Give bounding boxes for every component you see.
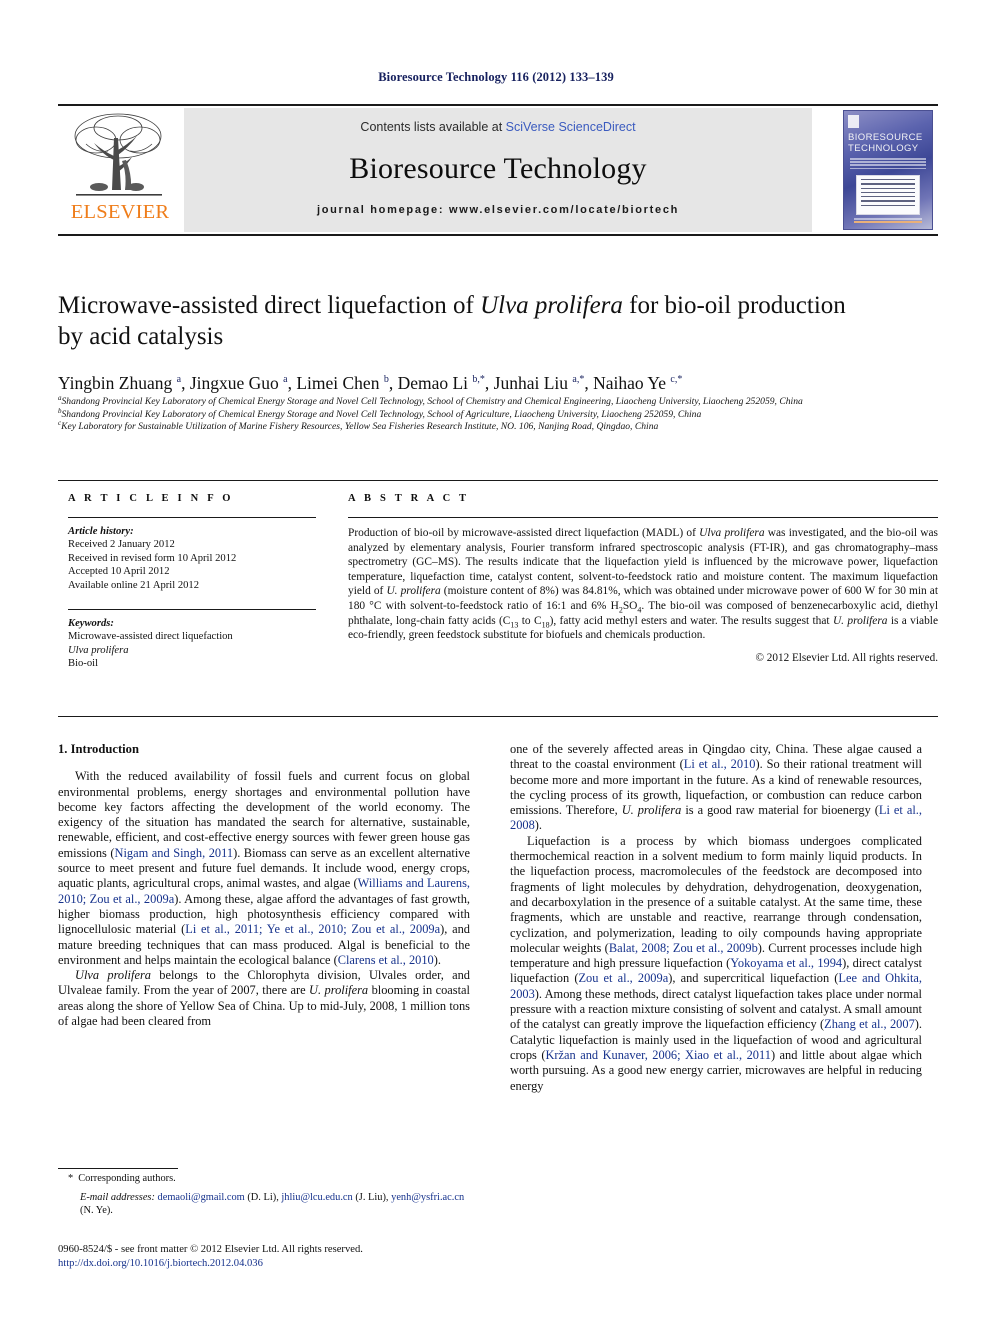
affiliation-c-text: Key Laboratory for Sustainable Utilizati… bbox=[61, 421, 659, 433]
elsevier-tree-icon bbox=[74, 113, 162, 196]
footnote-divider bbox=[58, 1168, 178, 1169]
title-species-name: Ulva prolifera bbox=[480, 292, 623, 319]
keywords-label: Keywords: bbox=[68, 618, 114, 630]
cover-journal-title: BIORESOURCE TECHNOLOGY bbox=[848, 132, 923, 154]
page-title: Microwave-assisted direct liquefaction o… bbox=[58, 290, 938, 352]
article-info-abstract-panel: A R T I C L E I N F O Article history: R… bbox=[58, 480, 938, 717]
cover-publisher-mark-icon bbox=[848, 115, 859, 128]
journal-title: Bioresource Technology bbox=[349, 152, 647, 185]
elsevier-logo: ELSEVIER bbox=[58, 108, 180, 232]
paragraph: Liquefaction is a process by which bioma… bbox=[510, 833, 923, 1093]
contents-list-line: Contents lists available at SciVerse Sci… bbox=[184, 120, 812, 134]
citation-link[interactable]: Kržan and Kunaver, 2006; Xiao et al., 20… bbox=[545, 1048, 770, 1062]
article-history-label: Article history: bbox=[68, 526, 134, 537]
section-title-introduction: 1. Introduction bbox=[58, 742, 139, 756]
citation-link[interactable]: Li et al., 2008 bbox=[510, 803, 922, 832]
author-list: Yingbin Zhuang a, Jingxue Guo a, Limei C… bbox=[58, 373, 683, 393]
cover-footer-lines bbox=[854, 218, 922, 225]
abstract-text: Production of bio-oil by microwave-assis… bbox=[348, 527, 939, 642]
citation-link[interactable]: Balat, 2008; Zou et al., 2009b bbox=[609, 941, 758, 955]
keyword-3: Bio-oil bbox=[68, 658, 99, 670]
asterisk-icon: * bbox=[68, 1173, 74, 1184]
cover-figure-panel bbox=[856, 175, 920, 215]
email-link[interactable]: yenh@ysfri.ac.cn bbox=[391, 1192, 464, 1203]
footnote-block: * Corresponding authors. E-mail addresses… bbox=[58, 1172, 470, 1218]
intro-left-text: With the reduced availability of fossil … bbox=[58, 769, 470, 1029]
corresponding-authors-text: Corresponding authors. bbox=[78, 1173, 176, 1184]
paragraph: With the reduced availability of fossil … bbox=[58, 769, 471, 967]
citation-link[interactable]: Williams and Laurens, 2010; Zou et al., … bbox=[58, 876, 470, 905]
citation-link[interactable]: Clarens et al., 2010 bbox=[338, 953, 434, 967]
running-head: Bioresource Technology 116 (2012) 133–13… bbox=[378, 70, 614, 84]
citation-link[interactable]: Yokoyama et al., 1994 bbox=[730, 956, 842, 970]
title-part-3: by acid catalysis bbox=[58, 323, 224, 350]
title-part-1: Microwave-assisted direct liquefaction o… bbox=[58, 292, 481, 319]
issn-frontmatter-line: 0960-8524/$ - see front matter © 2012 El… bbox=[58, 1244, 363, 1255]
contents-prefix: Contents lists available at bbox=[360, 120, 506, 134]
citation-link[interactable]: Lee and Ohkita, 2003 bbox=[510, 971, 922, 1000]
affiliation-b-text: Shandong Provincial Key Laboratory of Ch… bbox=[61, 408, 702, 420]
email-link[interactable]: demaoli@gmail.com bbox=[158, 1192, 245, 1203]
affiliation-c: cKey Laboratory for Sustainable Utilizat… bbox=[58, 420, 938, 434]
elsevier-wordmark: ELSEVIER bbox=[70, 201, 170, 223]
abstract-column: A B S T R A C T Production of bio-oil by… bbox=[348, 481, 938, 664]
affiliation-list: aShandong Provincial Key Laboratory of C… bbox=[58, 394, 938, 434]
title-part-2: for bio-oil production bbox=[622, 292, 846, 319]
email-addresses-line: E-mail addresses: demaoli@gmail.com (D. … bbox=[80, 1192, 465, 1217]
citation-link[interactable]: Zou et al., 2009a bbox=[578, 971, 668, 985]
copyright-line: © 2012 Elsevier Ltd. All rights reserved… bbox=[755, 651, 939, 664]
journal-masthead: ELSEVIER Contents lists available at Sci… bbox=[58, 104, 938, 236]
journal-cover-thumbnail: BIORESOURCE TECHNOLOGY bbox=[838, 108, 938, 232]
history-received: Received 2 January 2012 bbox=[68, 539, 175, 551]
email-link[interactable]: jhliu@lcu.edu.cn bbox=[281, 1192, 352, 1203]
sciencedirect-link[interactable]: SciVerse ScienceDirect bbox=[506, 120, 636, 134]
email-addresses-label: E-mail addresses: bbox=[80, 1192, 155, 1204]
doi-link[interactable]: http://dx.doi.org/10.1016/j.biortech.201… bbox=[58, 1257, 558, 1271]
article-info-heading: A R T I C L E I N F O bbox=[68, 493, 234, 504]
citation-link[interactable]: Li et al., 2010 bbox=[684, 757, 756, 771]
history-revised: Received in revised form 10 April 2012 bbox=[68, 552, 237, 564]
history-accepted: Accepted 10 April 2012 bbox=[68, 566, 170, 578]
keywords-block: Keywords: Microwave-assisted direct liqu… bbox=[68, 610, 316, 671]
affiliation-a-text: Shandong Provincial Key Laboratory of Ch… bbox=[61, 396, 803, 407]
corresponding-authors-note: * Corresponding authors. bbox=[58, 1172, 470, 1185]
journal-banner: Contents lists available at SciVerse Sci… bbox=[184, 108, 812, 232]
paragraph: Ulva prolifera belongs to the Chlorophyt… bbox=[58, 968, 471, 1029]
cover-subtitle-lines bbox=[850, 158, 926, 171]
keyword-1: Microwave-assisted direct liquefaction bbox=[68, 631, 233, 643]
affiliation-b: bShandong Provincial Key Laboratory of C… bbox=[58, 407, 938, 422]
body-column-left: 1. Introduction With the reduced availab… bbox=[58, 742, 470, 1029]
abstract-heading: A B S T R A C T bbox=[348, 493, 470, 504]
body-column-right: one of the severely affected areas in Qi… bbox=[510, 742, 922, 1094]
affiliation-a: aShandong Provincial Key Laboratory of C… bbox=[58, 394, 938, 409]
paragraph: one of the severely affected areas in Qi… bbox=[510, 742, 922, 833]
keyword-2: Ulva prolifera bbox=[68, 644, 129, 656]
article-page: Bioresource Technology 116 (2012) 133–13… bbox=[0, 0, 992, 1323]
article-history-block: Article history: Received 2 January 2012… bbox=[68, 518, 316, 592]
article-info-column: A R T I C L E I N F O Article history: R… bbox=[68, 481, 316, 671]
citation-link[interactable]: Zhang et al., 2007 bbox=[824, 1017, 915, 1031]
imprint-block: 0960-8524/$ - see front matter © 2012 El… bbox=[58, 1243, 558, 1270]
citation-link[interactable]: Nigam and Singh, 2011 bbox=[115, 846, 234, 860]
journal-homepage-link[interactable]: journal homepage: www.elsevier.com/locat… bbox=[184, 204, 812, 216]
intro-right-text: one of the severely affected areas in Qi… bbox=[510, 742, 922, 1094]
history-available-online: Available online 21 April 2012 bbox=[68, 579, 200, 591]
citation-link[interactable]: Li et al., 2011; Ye et al., 2010; Zou et… bbox=[185, 922, 440, 936]
